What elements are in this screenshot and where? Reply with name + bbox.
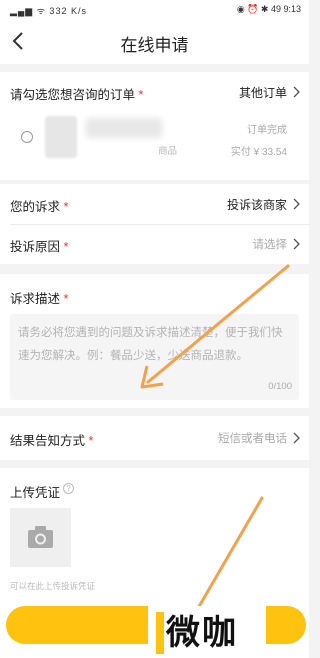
appeal-label: 您的诉求 * (10, 200, 69, 214)
reason-select[interactable]: 请选择 (253, 236, 288, 252)
upload-title: 上传凭证 (10, 486, 61, 500)
status-bar-right: ◉ ⏰ ✱ 49 9:13 (236, 4, 301, 14)
upload-hint: 可以在此上传投诉凭证 (10, 581, 96, 591)
order-section-label: 请勾选您想咨询的订单 * (10, 88, 144, 102)
nav-bar: 在线申请 (0, 20, 309, 64)
char-counter: 0/100 (268, 381, 292, 392)
upload-photo-button[interactable] (10, 508, 71, 567)
notify-label: 结果告知方式 * (10, 434, 94, 448)
chevron-right-icon[interactable] (291, 86, 301, 98)
reason-label: 投诉原因 * (10, 240, 69, 254)
watermark-text: 微咖 (166, 614, 238, 652)
page-title: 在线申请 (120, 36, 189, 55)
watermark-bar (156, 612, 164, 654)
description-header: 诉求描述 * (0, 276, 309, 316)
product-thumbnail (45, 116, 77, 158)
chevron-right-icon[interactable] (291, 432, 301, 444)
notify-select[interactable]: 短信或者电话 (218, 430, 287, 446)
order-radio[interactable] (21, 131, 33, 143)
chevron-right-icon[interactable] (291, 238, 301, 250)
order-status: 订单完成 (247, 125, 287, 136)
status-bar-left: ▂▄▆ ᯤ 332 K/s (10, 6, 87, 16)
notify-row[interactable]: 结果告知方式 * 短信或者电话 (0, 418, 309, 458)
camera-icon (28, 526, 53, 548)
appeal-value[interactable]: 投诉该商家 (227, 196, 287, 213)
description-label: 诉求描述 * (10, 292, 69, 306)
item-category: 商品 (158, 146, 178, 157)
order-price: 实付 ¥ 33.54 (230, 147, 287, 158)
chevron-right-icon[interactable] (291, 198, 301, 210)
description-placeholder: 请务必将您遇到的问题及诉求描述清楚，便于我们快速为您解决。例：餐品少送，少送商品… (18, 327, 283, 362)
watermark-logo: 微咖 (148, 606, 266, 658)
appeal-row[interactable]: 您的诉求 * 投诉该商家 (0, 184, 309, 224)
reason-row[interactable]: 投诉原因 * 请选择 (0, 224, 309, 264)
status-bar: ▂▄▆ ᯤ 332 K/s ◉ ⏰ ✱ 49 9:13 (0, 0, 309, 20)
blurred-product-name (86, 118, 162, 138)
other-orders-link[interactable]: 其他订单 (239, 84, 287, 101)
help-icon[interactable]: ? (63, 483, 74, 494)
